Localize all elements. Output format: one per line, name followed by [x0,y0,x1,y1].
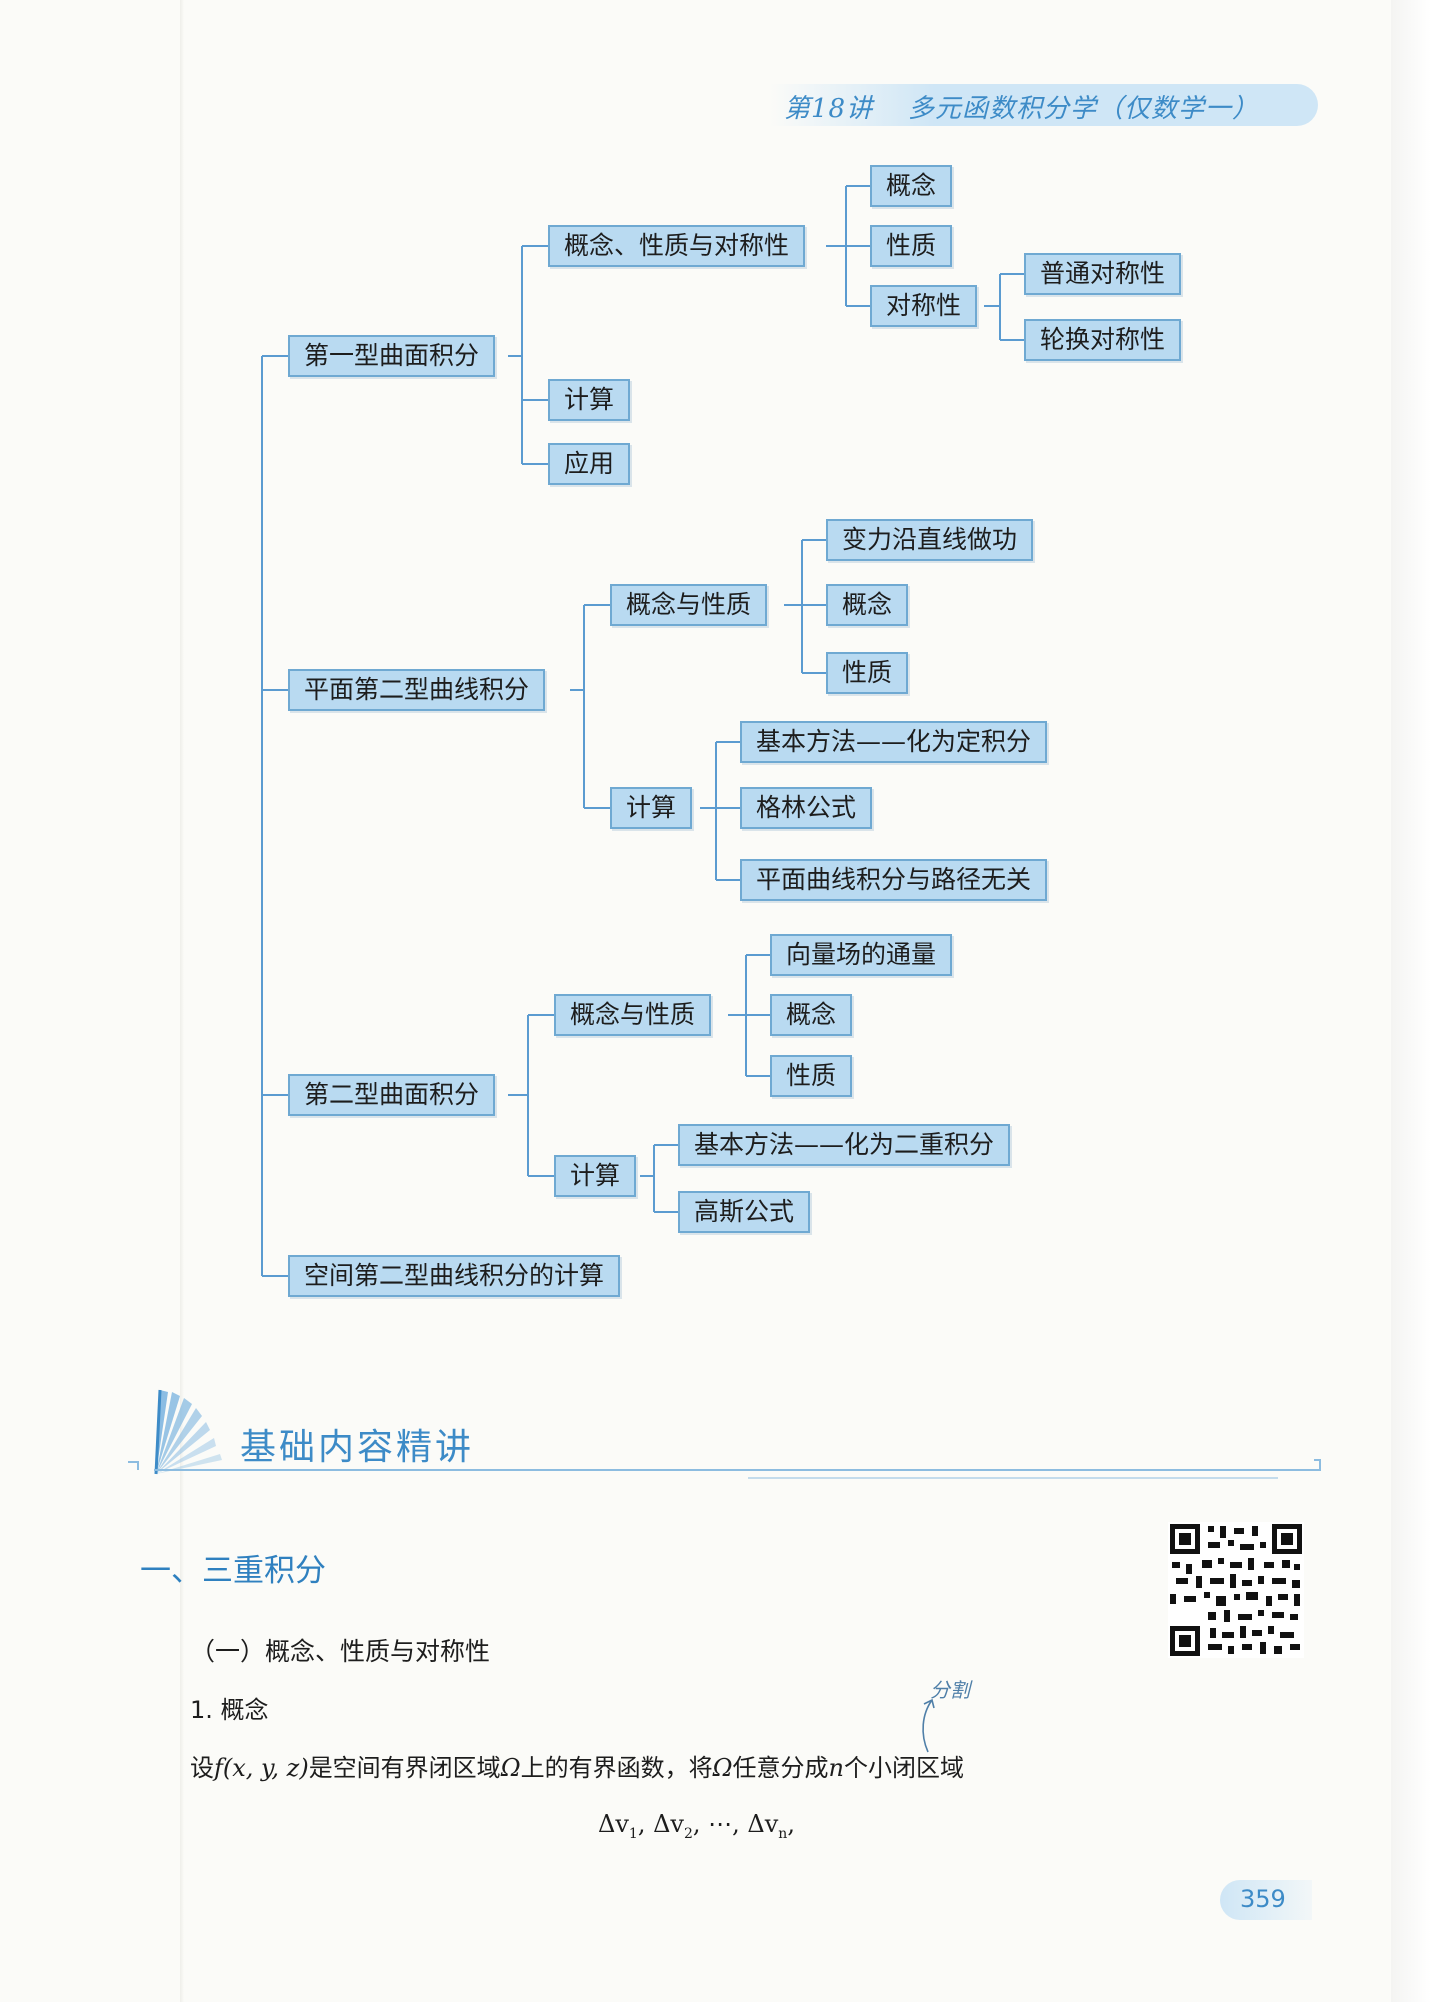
node-computation: 计算 [554,1155,637,1197]
qr-code[interactable] [1168,1522,1304,1658]
node-property: 性质 [826,652,909,694]
separator: , ⋯, [692,1810,748,1838]
node-property: 性质 [770,1055,853,1097]
delta-v: Δv [747,1810,779,1838]
definition-paragraph: 设f(x, y, z)是空间有界闭区域Ω上的有界函数，将Ω任意分成n个小闭区域 [190,1748,964,1783]
node-path-independence: 平面曲线积分与路径无关 [740,859,1048,901]
node-concept-and-property: 概念与性质 [554,994,712,1036]
text-segment: 设 [190,1754,214,1782]
node-concept-and-property: 概念与性质 [610,584,768,626]
node-green-formula: 格林公式 [740,787,873,829]
node-work-along-line: 变力沿直线做功 [826,519,1034,561]
node-ordinary-symmetry: 普通对称性 [1024,253,1182,295]
text-segment: 是空间有界闭区域 [308,1754,501,1782]
node-property: 性质 [870,225,953,267]
handwritten-arrow-icon [922,1698,935,1753]
subscript: 2 [683,1825,693,1842]
mind-map: 第一型曲面积分 概念、性质与对称性 概念 性质 对称性 普通对称性 轮换对称性 … [0,0,1431,1340]
node-plane-line-integral-type2: 平面第二型曲线积分 [288,669,546,711]
delta-v: Δv [598,1810,629,1838]
node-concept-property-symmetry: 概念、性质与对称性 [548,225,806,267]
function-symbol: f(x, y, z) [214,1754,309,1782]
text-segment: 上的有界函数，将 [520,1754,713,1782]
node-basic-method-double-integral: 基本方法——化为二重积分 [678,1124,1011,1166]
count-symbol: n [828,1754,844,1782]
node-basic-method-definite-integral: 基本方法——化为定积分 [740,721,1048,763]
node-surface-integral-type1: 第一型曲面积分 [288,335,496,377]
subsection-heading: （一）概念、性质与对称性 [190,1637,491,1666]
node-space-line-integral-type2: 空间第二型曲线积分的计算 [288,1255,621,1297]
item-heading: 1. 概念 [190,1696,269,1724]
node-gauss-formula: 高斯公式 [678,1191,811,1233]
node-application: 应用 [548,443,631,485]
node-concept: 概念 [826,584,909,626]
node-vector-field-flux: 向量场的通量 [770,934,953,976]
separator: , [787,1810,795,1838]
text-segment: 任意分成 [732,1754,829,1782]
subscript: 1 [628,1825,638,1842]
region-symbol: Ω [712,1754,733,1782]
node-symmetry: 对称性 [870,285,978,327]
subscript: n [778,1825,788,1842]
node-computation: 计算 [548,379,631,421]
separator: , [637,1810,654,1838]
delta-v: Δv [653,1810,684,1838]
node-concept: 概念 [870,165,953,207]
region-symbol: Ω [500,1754,521,1782]
node-computation: 计算 [610,787,693,829]
section-heading: 一、三重积分 [140,1553,326,1589]
text-segment: 个小闭区域 [843,1754,964,1782]
partition-formula: Δv1, Δv2, ⋯, Δvn, [598,1810,795,1842]
banner-rule [128,1459,1321,1479]
page-number: 359 [1240,1885,1286,1913]
node-surface-integral-type2: 第二型曲面积分 [288,1074,496,1116]
node-concept: 概念 [770,994,853,1036]
node-rotation-symmetry: 轮换对称性 [1024,319,1182,361]
textbook-page: 第18讲 多元函数积分学（仅数学一） 第一型曲面积分 概念、性质与对称性 概念 … [0,0,1431,2002]
